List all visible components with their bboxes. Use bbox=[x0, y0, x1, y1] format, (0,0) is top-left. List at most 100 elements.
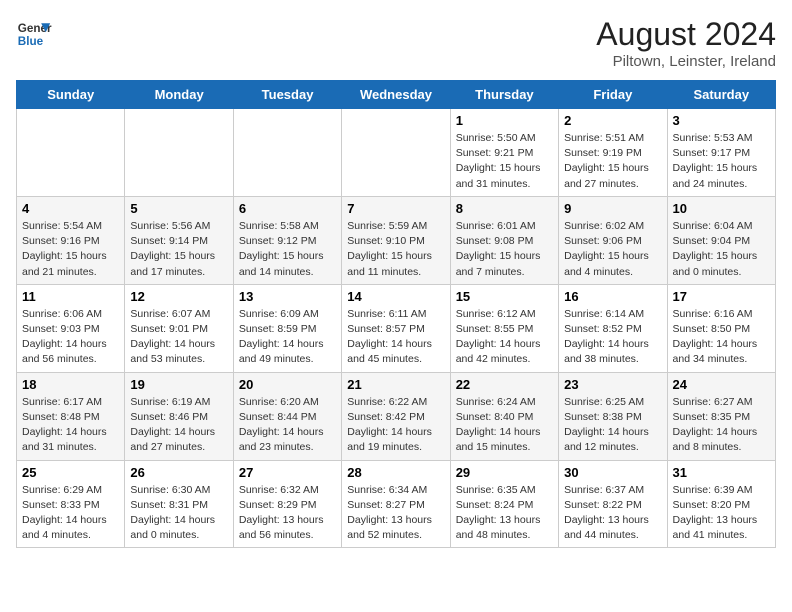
day-header-saturday: Saturday bbox=[667, 81, 775, 109]
day-header-monday: Monday bbox=[125, 81, 233, 109]
calendar-cell: 11 Sunrise: 6:06 AMSunset: 9:03 PMDayligh… bbox=[17, 284, 125, 372]
day-number: 15 bbox=[456, 289, 553, 304]
calendar-cell: 26 Sunrise: 6:30 AMSunset: 8:31 PMDayligh… bbox=[125, 460, 233, 548]
day-info: Sunrise: 5:51 AMSunset: 9:19 PMDaylight:… bbox=[564, 131, 661, 192]
day-info: Sunrise: 6:22 AMSunset: 8:42 PMDaylight:… bbox=[347, 395, 444, 456]
calendar-cell: 31Sunrise: 6:39 AMSunset: 8:20 PMDayligh… bbox=[667, 460, 775, 548]
calendar-cell: 16 Sunrise: 6:14 AMSunset: 8:52 PMDayligh… bbox=[559, 284, 667, 372]
calendar-cell: 7 Sunrise: 5:59 AMSunset: 9:10 PMDaylight… bbox=[342, 196, 450, 284]
day-header-thursday: Thursday bbox=[450, 81, 558, 109]
day-info: Sunrise: 6:01 AMSunset: 9:08 PMDaylight:… bbox=[456, 219, 553, 280]
calendar-cell: 21 Sunrise: 6:22 AMSunset: 8:42 PMDayligh… bbox=[342, 372, 450, 460]
day-info: Sunrise: 6:19 AMSunset: 8:46 PMDaylight:… bbox=[130, 395, 227, 456]
day-number: 6 bbox=[239, 201, 336, 216]
day-number: 21 bbox=[347, 377, 444, 392]
day-number: 14 bbox=[347, 289, 444, 304]
day-number: 3 bbox=[673, 113, 770, 128]
calendar-cell bbox=[342, 109, 450, 197]
calendar-header: SundayMondayTuesdayWednesdayThursdayFrid… bbox=[17, 81, 776, 109]
calendar-cell: 14Sunrise: 6:11 AMSunset: 8:57 PMDayligh… bbox=[342, 284, 450, 372]
day-info: Sunrise: 5:54 AMSunset: 9:16 PMDaylight:… bbox=[22, 219, 119, 280]
page-title: August 2024 bbox=[596, 16, 776, 53]
day-number: 10 bbox=[673, 201, 770, 216]
calendar-cell bbox=[233, 109, 341, 197]
day-number: 19 bbox=[130, 377, 227, 392]
calendar-cell: 9 Sunrise: 6:02 AMSunset: 9:06 PMDaylight… bbox=[559, 196, 667, 284]
calendar-cell: 2 Sunrise: 5:51 AMSunset: 9:19 PMDaylight… bbox=[559, 109, 667, 197]
day-info: Sunrise: 6:04 AMSunset: 9:04 PMDaylight:… bbox=[673, 219, 770, 280]
day-number: 7 bbox=[347, 201, 444, 216]
calendar-cell: 30Sunrise: 6:37 AMSunset: 8:22 PMDayligh… bbox=[559, 460, 667, 548]
calendar-cell bbox=[125, 109, 233, 197]
calendar-cell: 8Sunrise: 6:01 AMSunset: 9:08 PMDaylight… bbox=[450, 196, 558, 284]
day-number: 28 bbox=[347, 465, 444, 480]
day-info: Sunrise: 6:29 AMSunset: 8:33 PMDaylight:… bbox=[22, 483, 119, 544]
day-number: 11 bbox=[22, 289, 119, 304]
day-number: 26 bbox=[130, 465, 227, 480]
day-info: Sunrise: 5:59 AMSunset: 9:10 PMDaylight:… bbox=[347, 219, 444, 280]
calendar-cell: 15 Sunrise: 6:12 AMSunset: 8:55 PMDayligh… bbox=[450, 284, 558, 372]
page-subtitle: Piltown, Leinster, Ireland bbox=[596, 53, 776, 70]
day-number: 18 bbox=[22, 377, 119, 392]
day-number: 22 bbox=[456, 377, 553, 392]
day-number: 2 bbox=[564, 113, 661, 128]
calendar-cell: 28 Sunrise: 6:34 AMSunset: 8:27 PMDayligh… bbox=[342, 460, 450, 548]
calendar-cell: 17Sunrise: 6:16 AMSunset: 8:50 PMDayligh… bbox=[667, 284, 775, 372]
day-info: Sunrise: 6:37 AMSunset: 8:22 PMDaylight:… bbox=[564, 483, 661, 544]
day-number: 13 bbox=[239, 289, 336, 304]
day-info: Sunrise: 6:34 AMSunset: 8:27 PMDaylight:… bbox=[347, 483, 444, 544]
day-header-wednesday: Wednesday bbox=[342, 81, 450, 109]
day-number: 5 bbox=[130, 201, 227, 216]
logo-icon: General Blue bbox=[16, 16, 52, 52]
calendar-cell: 6 Sunrise: 5:58 AMSunset: 9:12 PMDaylight… bbox=[233, 196, 341, 284]
day-info: Sunrise: 6:14 AMSunset: 8:52 PMDaylight:… bbox=[564, 307, 661, 368]
calendar-cell: 5 Sunrise: 5:56 AMSunset: 9:14 PMDaylight… bbox=[125, 196, 233, 284]
calendar-cell: 23 Sunrise: 6:25 AMSunset: 8:38 PMDayligh… bbox=[559, 372, 667, 460]
calendar-cell: 27 Sunrise: 6:32 AMSunset: 8:29 PMDayligh… bbox=[233, 460, 341, 548]
calendar-cell: 12 Sunrise: 6:07 AMSunset: 9:01 PMDayligh… bbox=[125, 284, 233, 372]
day-number: 12 bbox=[130, 289, 227, 304]
day-info: Sunrise: 6:30 AMSunset: 8:31 PMDaylight:… bbox=[130, 483, 227, 544]
calendar-cell: 3 Sunrise: 5:53 AMSunset: 9:17 PMDaylight… bbox=[667, 109, 775, 197]
day-info: Sunrise: 6:35 AMSunset: 8:24 PMDaylight:… bbox=[456, 483, 553, 544]
day-number: 24 bbox=[673, 377, 770, 392]
day-info: Sunrise: 6:32 AMSunset: 8:29 PMDaylight:… bbox=[239, 483, 336, 544]
day-number: 4 bbox=[22, 201, 119, 216]
day-header-sunday: Sunday bbox=[17, 81, 125, 109]
day-number: 20 bbox=[239, 377, 336, 392]
day-number: 1 bbox=[456, 113, 553, 128]
calendar-cell: 25 Sunrise: 6:29 AMSunset: 8:33 PMDayligh… bbox=[17, 460, 125, 548]
header: General Blue August 2024 Piltown, Leinst… bbox=[16, 16, 776, 70]
day-info: Sunrise: 5:50 AMSunset: 9:21 PMDaylight:… bbox=[456, 131, 553, 192]
day-info: Sunrise: 6:24 AMSunset: 8:40 PMDaylight:… bbox=[456, 395, 553, 456]
calendar-table: SundayMondayTuesdayWednesdayThursdayFrid… bbox=[16, 80, 776, 548]
day-header-friday: Friday bbox=[559, 81, 667, 109]
day-info: Sunrise: 5:58 AMSunset: 9:12 PMDaylight:… bbox=[239, 219, 336, 280]
day-info: Sunrise: 5:53 AMSunset: 9:17 PMDaylight:… bbox=[673, 131, 770, 192]
logo: General Blue bbox=[16, 16, 52, 52]
day-number: 25 bbox=[22, 465, 119, 480]
day-number: 27 bbox=[239, 465, 336, 480]
day-info: Sunrise: 5:56 AMSunset: 9:14 PMDaylight:… bbox=[130, 219, 227, 280]
day-info: Sunrise: 6:27 AMSunset: 8:35 PMDaylight:… bbox=[673, 395, 770, 456]
svg-text:Blue: Blue bbox=[18, 35, 44, 48]
day-info: Sunrise: 6:02 AMSunset: 9:06 PMDaylight:… bbox=[564, 219, 661, 280]
day-number: 16 bbox=[564, 289, 661, 304]
day-info: Sunrise: 6:16 AMSunset: 8:50 PMDaylight:… bbox=[673, 307, 770, 368]
day-number: 29 bbox=[456, 465, 553, 480]
calendar-cell: 4 Sunrise: 5:54 AMSunset: 9:16 PMDaylight… bbox=[17, 196, 125, 284]
calendar-cell: 19 Sunrise: 6:19 AMSunset: 8:46 PMDayligh… bbox=[125, 372, 233, 460]
day-info: Sunrise: 6:20 AMSunset: 8:44 PMDaylight:… bbox=[239, 395, 336, 456]
day-header-tuesday: Tuesday bbox=[233, 81, 341, 109]
day-info: Sunrise: 6:06 AMSunset: 9:03 PMDaylight:… bbox=[22, 307, 119, 368]
title-area: August 2024 Piltown, Leinster, Ireland bbox=[596, 16, 776, 70]
day-number: 9 bbox=[564, 201, 661, 216]
calendar-cell bbox=[17, 109, 125, 197]
day-info: Sunrise: 6:17 AMSunset: 8:48 PMDaylight:… bbox=[22, 395, 119, 456]
day-info: Sunrise: 6:12 AMSunset: 8:55 PMDaylight:… bbox=[456, 307, 553, 368]
calendar-cell: 24 Sunrise: 6:27 AMSunset: 8:35 PMDayligh… bbox=[667, 372, 775, 460]
day-info: Sunrise: 6:25 AMSunset: 8:38 PMDaylight:… bbox=[564, 395, 661, 456]
day-info: Sunrise: 6:07 AMSunset: 9:01 PMDaylight:… bbox=[130, 307, 227, 368]
day-info: Sunrise: 6:09 AMSunset: 8:59 PMDaylight:… bbox=[239, 307, 336, 368]
day-number: 23 bbox=[564, 377, 661, 392]
